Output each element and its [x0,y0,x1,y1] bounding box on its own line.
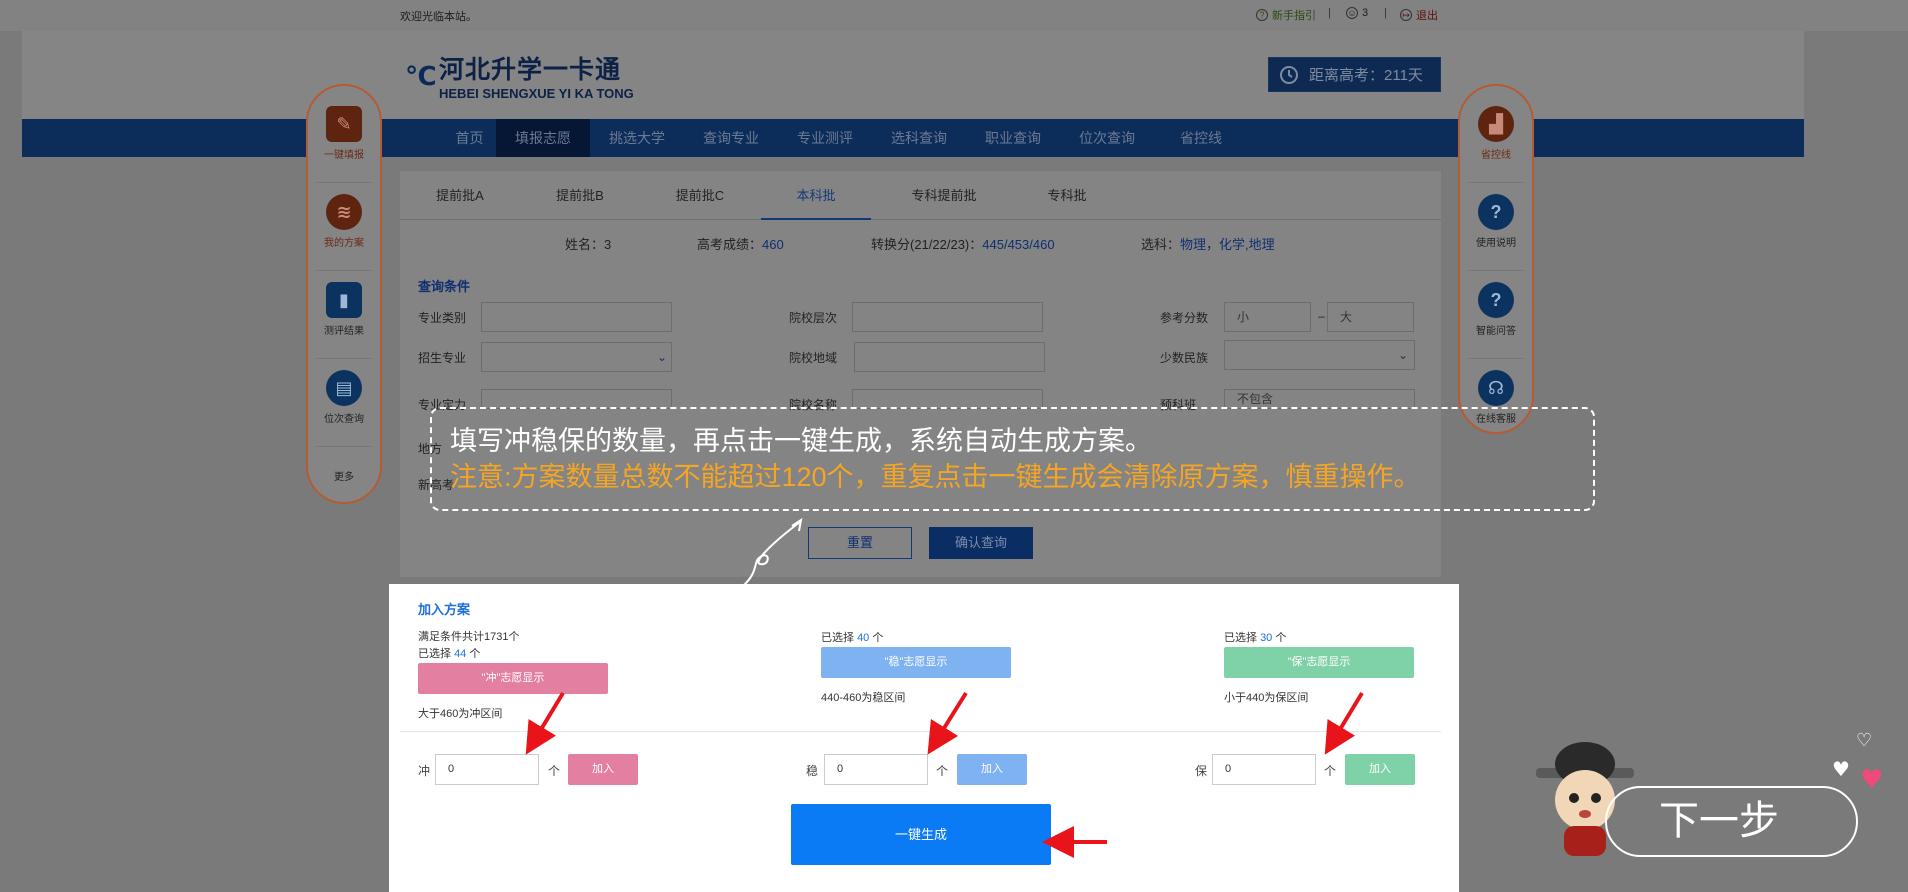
hearts-decoration: ♡ ♥ ♥ [1832,730,1883,795]
arrow-to-bao [1324,691,1364,755]
svg-text:♥: ♥ [1860,765,1883,795]
svg-text:♡: ♡ [1856,730,1872,751]
tooltip-pointer [743,521,801,586]
tooltip-line-2: 注意:方案数量总数不能超过120个，重复点击一键生成会清除原方案，慎重操作。 [450,462,1421,492]
next-step-button[interactable]: 下一步 [1605,786,1858,857]
svg-text:♥: ♥ [1832,757,1850,781]
arrow-to-chong [525,691,565,755]
instruction-tooltip: 填写冲稳保的数量，再点击一键生成，系统自动生成方案。 注意:方案数量总数不能超过… [430,407,1595,511]
arrow-to-wen [927,691,968,755]
tooltip-line-1: 填写冲稳保的数量，再点击一键生成，系统自动生成方案。 [450,426,1152,456]
